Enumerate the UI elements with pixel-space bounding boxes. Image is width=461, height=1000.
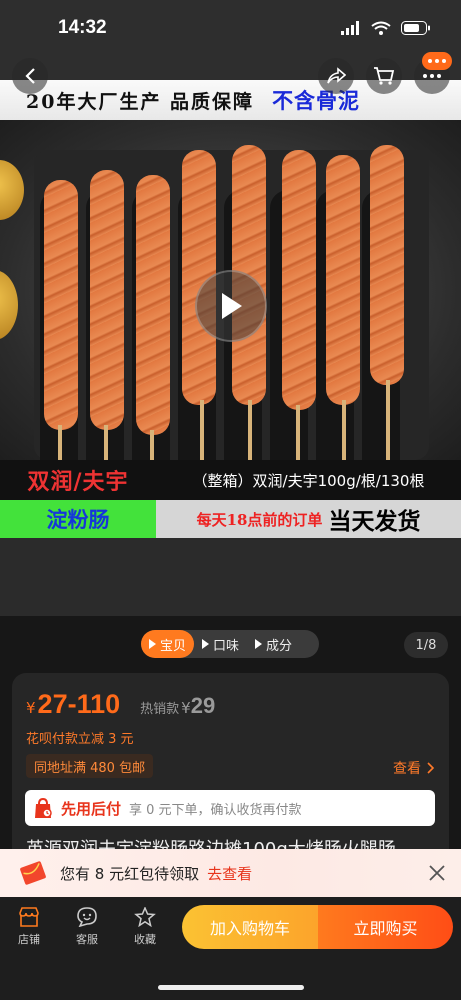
status-icons <box>341 21 431 35</box>
egg-cake-left <box>0 160 24 220</box>
media-band <box>0 538 461 616</box>
sausage <box>282 150 316 410</box>
play-triangle-icon <box>149 639 156 649</box>
wifi-icon <box>371 21 391 35</box>
hot-price-currency: ¥ <box>181 699 191 717</box>
hero-banner-bottom: 双润/夫宇 淀粉肠 （整箱）双润/夫宇100g/根/130根 每天18点前的订单… <box>0 460 461 538</box>
cart-button[interactable] <box>366 58 402 94</box>
back-button[interactable] <box>12 58 48 94</box>
close-icon[interactable] <box>427 863 447 883</box>
status-bar: 14:32 <box>0 0 461 56</box>
nav-service[interactable]: 客服 <box>62 907 112 947</box>
hot-item-label: 热销款 <box>140 702 180 717</box>
media-tabs: 宝贝 口味 成分 <box>141 630 319 658</box>
nav-service-label: 客服 <box>76 933 98 946</box>
spec-label: （整箱）双润/夫宇100g/根/130根 <box>192 471 425 490</box>
sausage <box>90 170 124 430</box>
sausage <box>370 145 404 385</box>
tab-chengfen[interactable]: 成分 <box>247 630 300 658</box>
play-triangle-icon <box>202 639 210 649</box>
egg-cake-left <box>0 270 18 340</box>
sausage-stick <box>200 400 204 460</box>
price-range: 27-110 <box>37 689 121 719</box>
notice-text: 您有 8 元红包待领取 <box>60 864 200 883</box>
status-time: 14:32 <box>58 17 107 38</box>
cart-icon <box>374 67 395 85</box>
hot-price: 29 <box>190 693 216 718</box>
cutoff-label: 每天18点前的订单 <box>196 510 323 529</box>
image-page-counter: 1/8 <box>404 632 448 658</box>
nav-shop[interactable]: 店铺 <box>4 907 54 947</box>
tab-label: 宝贝 <box>160 638 187 654</box>
sausage-stick <box>58 425 62 460</box>
play-icon <box>222 293 242 319</box>
price-row: ¥ 27-110 热销款 ¥ 29 <box>26 689 215 720</box>
free-shipping-tag: 同地址满 480 包邮 <box>26 754 154 778</box>
service-icon <box>77 907 97 927</box>
share-button[interactable] <box>318 58 354 94</box>
view-promotions-link[interactable]: 查看 <box>393 758 435 778</box>
more-icon <box>423 74 441 78</box>
message-badge <box>422 52 452 70</box>
shop-icon <box>19 907 39 927</box>
pay-later-title: 先用后付 <box>61 799 122 818</box>
nav-favorite[interactable]: 收藏 <box>120 907 170 947</box>
tab-label: 成分 <box>266 638 293 654</box>
tab-kouwei[interactable]: 口味 <box>194 630 247 658</box>
brand-label: 双润/夫宇 <box>27 469 129 495</box>
notice-view-link[interactable]: 去查看 <box>207 863 252 884</box>
sausage-stick <box>150 430 154 460</box>
star-icon <box>134 907 156 927</box>
sausage <box>326 155 360 405</box>
tab-label: 口味 <box>213 638 240 654</box>
add-to-cart-button[interactable]: 加入购物车 <box>182 905 318 949</box>
banner-top-text: 20年大厂生产 品质保障 <box>26 90 255 113</box>
video-play-button[interactable] <box>195 270 267 342</box>
buy-now-button[interactable]: 立即购买 <box>318 905 453 949</box>
chevron-right-icon <box>427 762 435 774</box>
price-currency: ¥ <box>26 699 36 717</box>
pay-later-banner[interactable]: 先用后付 享 0 元下单，确认收货再付款 <box>25 790 435 826</box>
same-day-label: 当天发货 <box>328 508 421 535</box>
huabei-discount: 花呗付款立减 3 元 <box>26 732 134 747</box>
sausage-stick <box>296 405 300 460</box>
tab-baobei[interactable]: 宝贝 <box>141 630 195 658</box>
sausage <box>44 180 78 430</box>
sausage-stick <box>104 425 108 460</box>
sausage <box>136 175 170 435</box>
bag-icon <box>35 797 52 818</box>
pay-later-desc: 享 0 元下单，确认收货再付款 <box>129 802 302 818</box>
red-packet-icon <box>20 861 46 885</box>
sausage-stick <box>386 380 390 460</box>
play-triangle-icon <box>255 639 263 649</box>
share-icon <box>327 67 346 84</box>
view-label: 查看 <box>393 761 421 777</box>
red-packet-notice[interactable]: 您有 8 元红包待领取 去查看 <box>0 849 461 897</box>
nav-favorite-label: 收藏 <box>134 933 156 946</box>
sausage-stick <box>248 400 252 460</box>
signal-icon <box>341 21 359 35</box>
sausage-stick <box>342 400 346 460</box>
battery-icon <box>401 21 430 35</box>
home-indicator <box>158 985 304 990</box>
product-type-label: 淀粉肠 <box>46 508 110 532</box>
nav-shop-label: 店铺 <box>18 933 40 946</box>
chevron-left-icon <box>25 68 35 84</box>
